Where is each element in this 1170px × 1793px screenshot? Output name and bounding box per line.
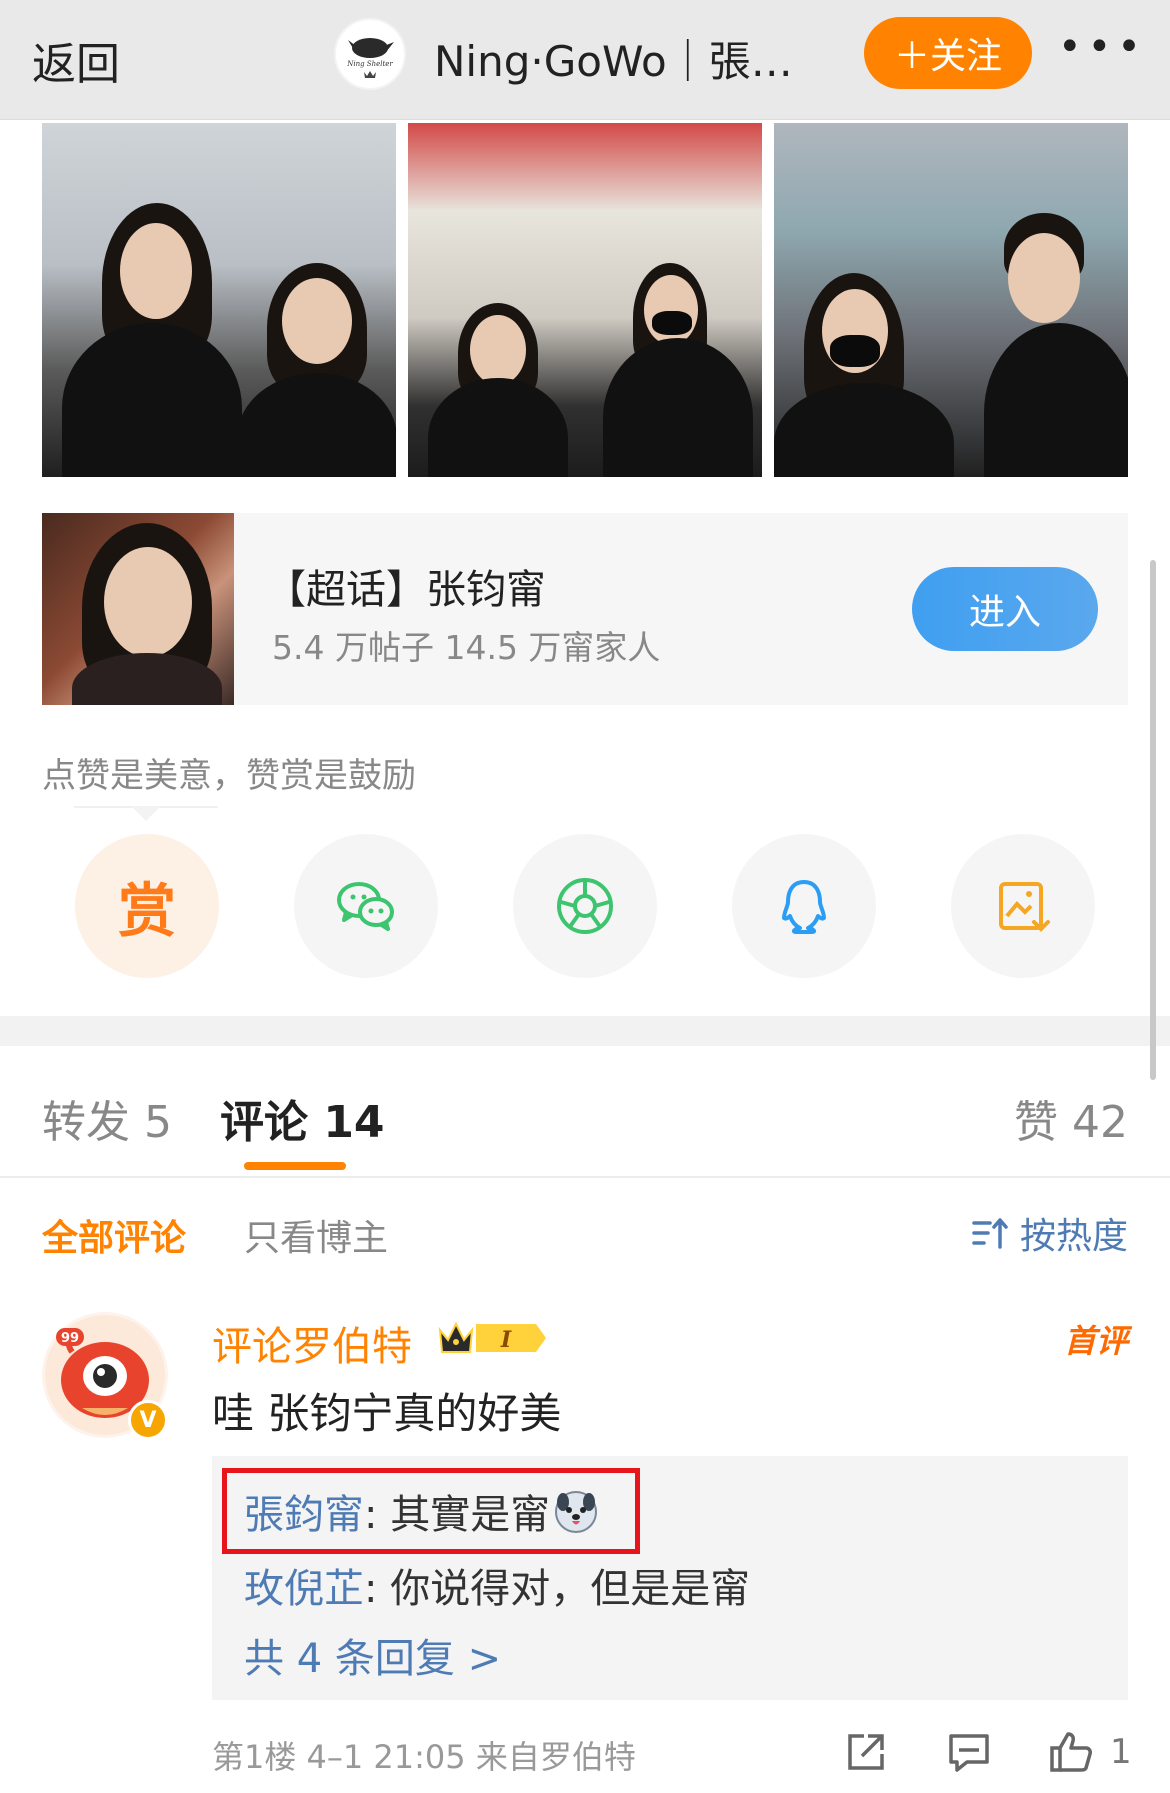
member-crown-icon: I [438, 1321, 546, 1353]
reply-text: : 你说得对，但是是甯 [364, 1566, 751, 1612]
commenter-name[interactable]: 评论罗伯特 [212, 1314, 412, 1372]
section-divider [0, 1016, 1170, 1046]
enter-supertopic-button[interactable]: 进入 [912, 567, 1098, 651]
highlight-box [222, 1468, 640, 1554]
supertopic-card[interactable]: 【超话】张钧甯 5.4 万帖子 14.5 万甯家人 进入 [42, 513, 1128, 705]
tab-like[interactable]: 赞 42 [1014, 1086, 1128, 1150]
reward-icon: 赏 [117, 877, 176, 945]
wechat-icon [337, 882, 394, 931]
tip-arrow [131, 806, 161, 821]
share-row: 赏 [75, 834, 1095, 978]
active-tab-indicator [244, 1162, 346, 1170]
repost-comment-button[interactable] [842, 1728, 890, 1776]
reply-item[interactable]: 玫倪芷: 你说得对，但是是甯 [244, 1556, 750, 1614]
more-options-button[interactable]: ••• [1058, 24, 1147, 70]
supertopic-stats: 5.4 万帖子 14.5 万甯家人 [272, 628, 661, 667]
comment-like-count: 1 [1110, 1732, 1132, 1772]
first-comment-badge: 首评 [1063, 1322, 1128, 1360]
comment-text: 哇 张钧宁真的好美 [212, 1389, 562, 1438]
save-image-button[interactable] [951, 834, 1095, 978]
comment-meta: 第1楼 4–1 21:05 来自罗伯特 [212, 1738, 636, 1776]
post-photo[interactable] [408, 123, 762, 477]
qq-icon [782, 880, 826, 934]
sort-icon [972, 1218, 1008, 1249]
svg-text:I: I [500, 1327, 512, 1353]
filter-author-only[interactable]: 只看博主 [244, 1209, 388, 1261]
photo-grid [42, 123, 1128, 477]
reply-author[interactable]: 玫倪芷 [244, 1566, 364, 1612]
post-photo[interactable] [774, 123, 1128, 477]
share-qq-button[interactable] [732, 834, 876, 978]
share-wechat-button[interactable] [294, 834, 438, 978]
reward-button[interactable]: 赏 [75, 834, 219, 978]
top-bar: 返回 Ning Shelter Ning·GoWo｜張… ＋关注 ••• [0, 0, 1170, 120]
scrollbar[interactable] [1150, 560, 1156, 1080]
comment-icon [949, 1734, 989, 1772]
svg-text:99: 99 [61, 1331, 79, 1346]
like-comment-button[interactable] [1046, 1728, 1094, 1776]
supertopic-title: 【超话】张钧甯 [266, 567, 546, 613]
tab-divider [0, 1176, 1170, 1178]
tab-repost[interactable]: 转发 5 [42, 1086, 172, 1150]
author-logo-icon: Ning Shelter [346, 38, 394, 78]
svg-text:Ning Shelter: Ning Shelter [346, 60, 393, 68]
filter-all-comments[interactable]: 全部评论 [42, 1209, 186, 1261]
supertopic-cover [42, 513, 234, 705]
reply-comment-button[interactable] [945, 1728, 993, 1776]
author-avatar[interactable]: Ning Shelter [334, 18, 406, 90]
tab-comment[interactable]: 评论 14 [220, 1086, 385, 1150]
sort-button[interactable]: 按热度 [970, 1207, 1128, 1259]
thumbs-up-icon [1050, 1732, 1092, 1772]
save-image-icon [999, 882, 1050, 932]
share-moments-button[interactable] [513, 834, 657, 978]
reward-tip: 点赞是美意，赞赏是鼓励 [42, 756, 416, 796]
sort-label: 按热度 [1019, 1216, 1128, 1257]
follow-button[interactable]: ＋关注 [864, 17, 1032, 89]
reply-box[interactable]: 張鈞甯: 其實是甯 玫倪芷: 你说得对，但是是甯 共 4 条回复 > [212, 1456, 1128, 1700]
back-button[interactable]: 返回 [32, 28, 120, 92]
verified-badge: V [128, 1400, 168, 1440]
page-title: Ning·GoWo｜張… [434, 37, 793, 86]
share-out-icon [848, 1734, 884, 1770]
post-photo[interactable] [42, 123, 396, 477]
more-replies-link[interactable]: 共 4 条回复 > [244, 1626, 501, 1684]
moments-icon [557, 878, 613, 934]
